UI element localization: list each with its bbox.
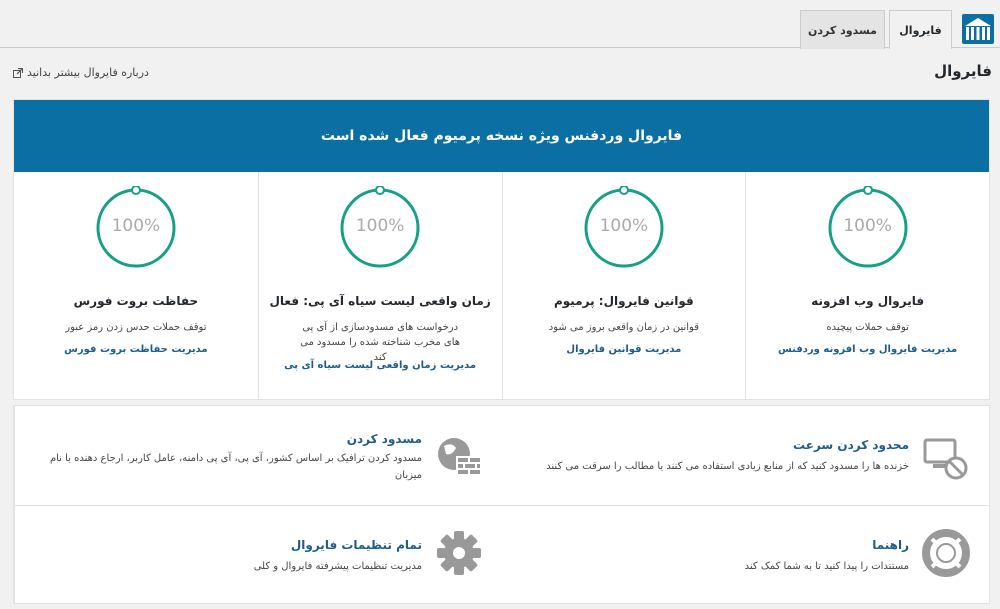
progress-handle (618, 186, 629, 195)
firewall-status-card: فایروال وردفنس ویژه نسخه پرمیوم فعال شده… (13, 99, 990, 400)
progress-percent: 100% (599, 216, 649, 236)
tool-description: مسدود کردن ترافیک بر اساس کشور، آی پی، آ… (49, 453, 422, 481)
page-title: فایروال (934, 62, 992, 80)
feature-manage-link[interactable]: مدیریت زمان واقعی لیست سیاه آی پی (269, 360, 492, 371)
progress-percent: 100% (355, 216, 405, 236)
feature-title: قوانین فایروال: پرمیوم (553, 294, 694, 308)
feature-web-application-firewall: 100% فایروال وب افزونه توقف حملات پیچیده… (745, 172, 989, 399)
feature-title: زمان واقعی لیست سیاه آی پی: فعال (269, 294, 491, 308)
feature-list: 100% فایروال وب افزونه توقف حملات پیچیده… (14, 172, 989, 399)
feature-description: توقف حملات پیچیده (826, 322, 909, 333)
feature-firewall-rules: 100% قوانین فایروال: پرمیوم قوانین در زم… (501, 172, 746, 399)
progress-percent: 100% (843, 216, 892, 236)
rate-limiting-tool[interactable]: محدود کردن سرعت خزنده ها را مسدود کنید ک… (501, 406, 989, 505)
learn-more-link[interactable]: درباره فایروال بیشتر بدانید (13, 66, 149, 79)
progress-handle (862, 186, 873, 195)
globe-wall-icon (438, 438, 482, 474)
progress-handle (375, 186, 386, 195)
tab-firewall[interactable]: فایروال (889, 10, 952, 49)
feature-manage-link[interactable]: مدیریت حفاظت بروت فورس (24, 344, 248, 355)
tool-description: خزنده ها را مسدود کنید که از منابع زیادی… (546, 461, 909, 472)
lifebuoy-icon (922, 529, 970, 577)
wordfence-logo-icon (962, 14, 994, 44)
feature-manage-link[interactable]: مدیریت قوانین فایروال (513, 344, 736, 355)
feature-brute-force-protection: 100% حفاظت بروت فورس توقف حملات حدس زدن … (14, 172, 258, 399)
progress-handle (130, 186, 141, 195)
tool-title[interactable]: تمام تنظیمات فایروال (291, 538, 422, 552)
help-tool[interactable]: راهنما مستندات را پیدا کنید تا به شما کم… (501, 505, 989, 604)
blocking-tool[interactable]: مسدود کردن مسدود کردن ترافیک بر اساس کشو… (14, 406, 502, 505)
all-settings-tool[interactable]: تمام تنظیمات فایروال مدیریت تنظیمات پیشر… (14, 505, 502, 604)
feature-title: فایروال وب افزونه (811, 294, 925, 308)
feature-ip-blacklist: 100% زمان واقعی لیست سیاه آی پی: فعال در… (257, 172, 502, 399)
tool-title[interactable]: محدود کردن سرعت (793, 438, 909, 452)
tool-description: مدیریت تنظیمات پیشرفته فایروال و کلی (253, 561, 422, 572)
firewall-tools-card: محدود کردن سرعت خزنده ها را مسدود کنید ک… (13, 405, 990, 604)
premium-banner: فایروال وردفنس ویژه نسخه پرمیوم فعال شده… (14, 100, 989, 172)
external-link-icon (13, 67, 23, 78)
tool-title[interactable]: مسدود کردن (347, 432, 422, 446)
tab-blocking[interactable]: مسدود کردن (800, 10, 885, 49)
rate-limit-icon (923, 438, 968, 480)
feature-description: قوانین در زمان واقعی بروز می شود (548, 322, 699, 333)
tab-bar: فایروال مسدود کردن (0, 0, 1000, 49)
progress-percent: 100% (111, 216, 161, 236)
learn-more-label: درباره فایروال بیشتر بدانید (27, 66, 149, 79)
feature-description: درخواست های مسدودسازی از آی پی های مخرب … (300, 322, 461, 363)
feature-title: حفاظت بروت فورس (73, 294, 199, 308)
gear-icon (437, 531, 481, 575)
tool-description: مستندات را پیدا کنید تا به شما کمک کند (744, 561, 909, 572)
feature-manage-link[interactable]: مدیریت فایروال وب افزونه وردفنس (756, 344, 979, 355)
tool-title[interactable]: راهنما (872, 538, 909, 552)
feature-description: توقف حملات حدس زدن رمز عبور (65, 322, 207, 333)
